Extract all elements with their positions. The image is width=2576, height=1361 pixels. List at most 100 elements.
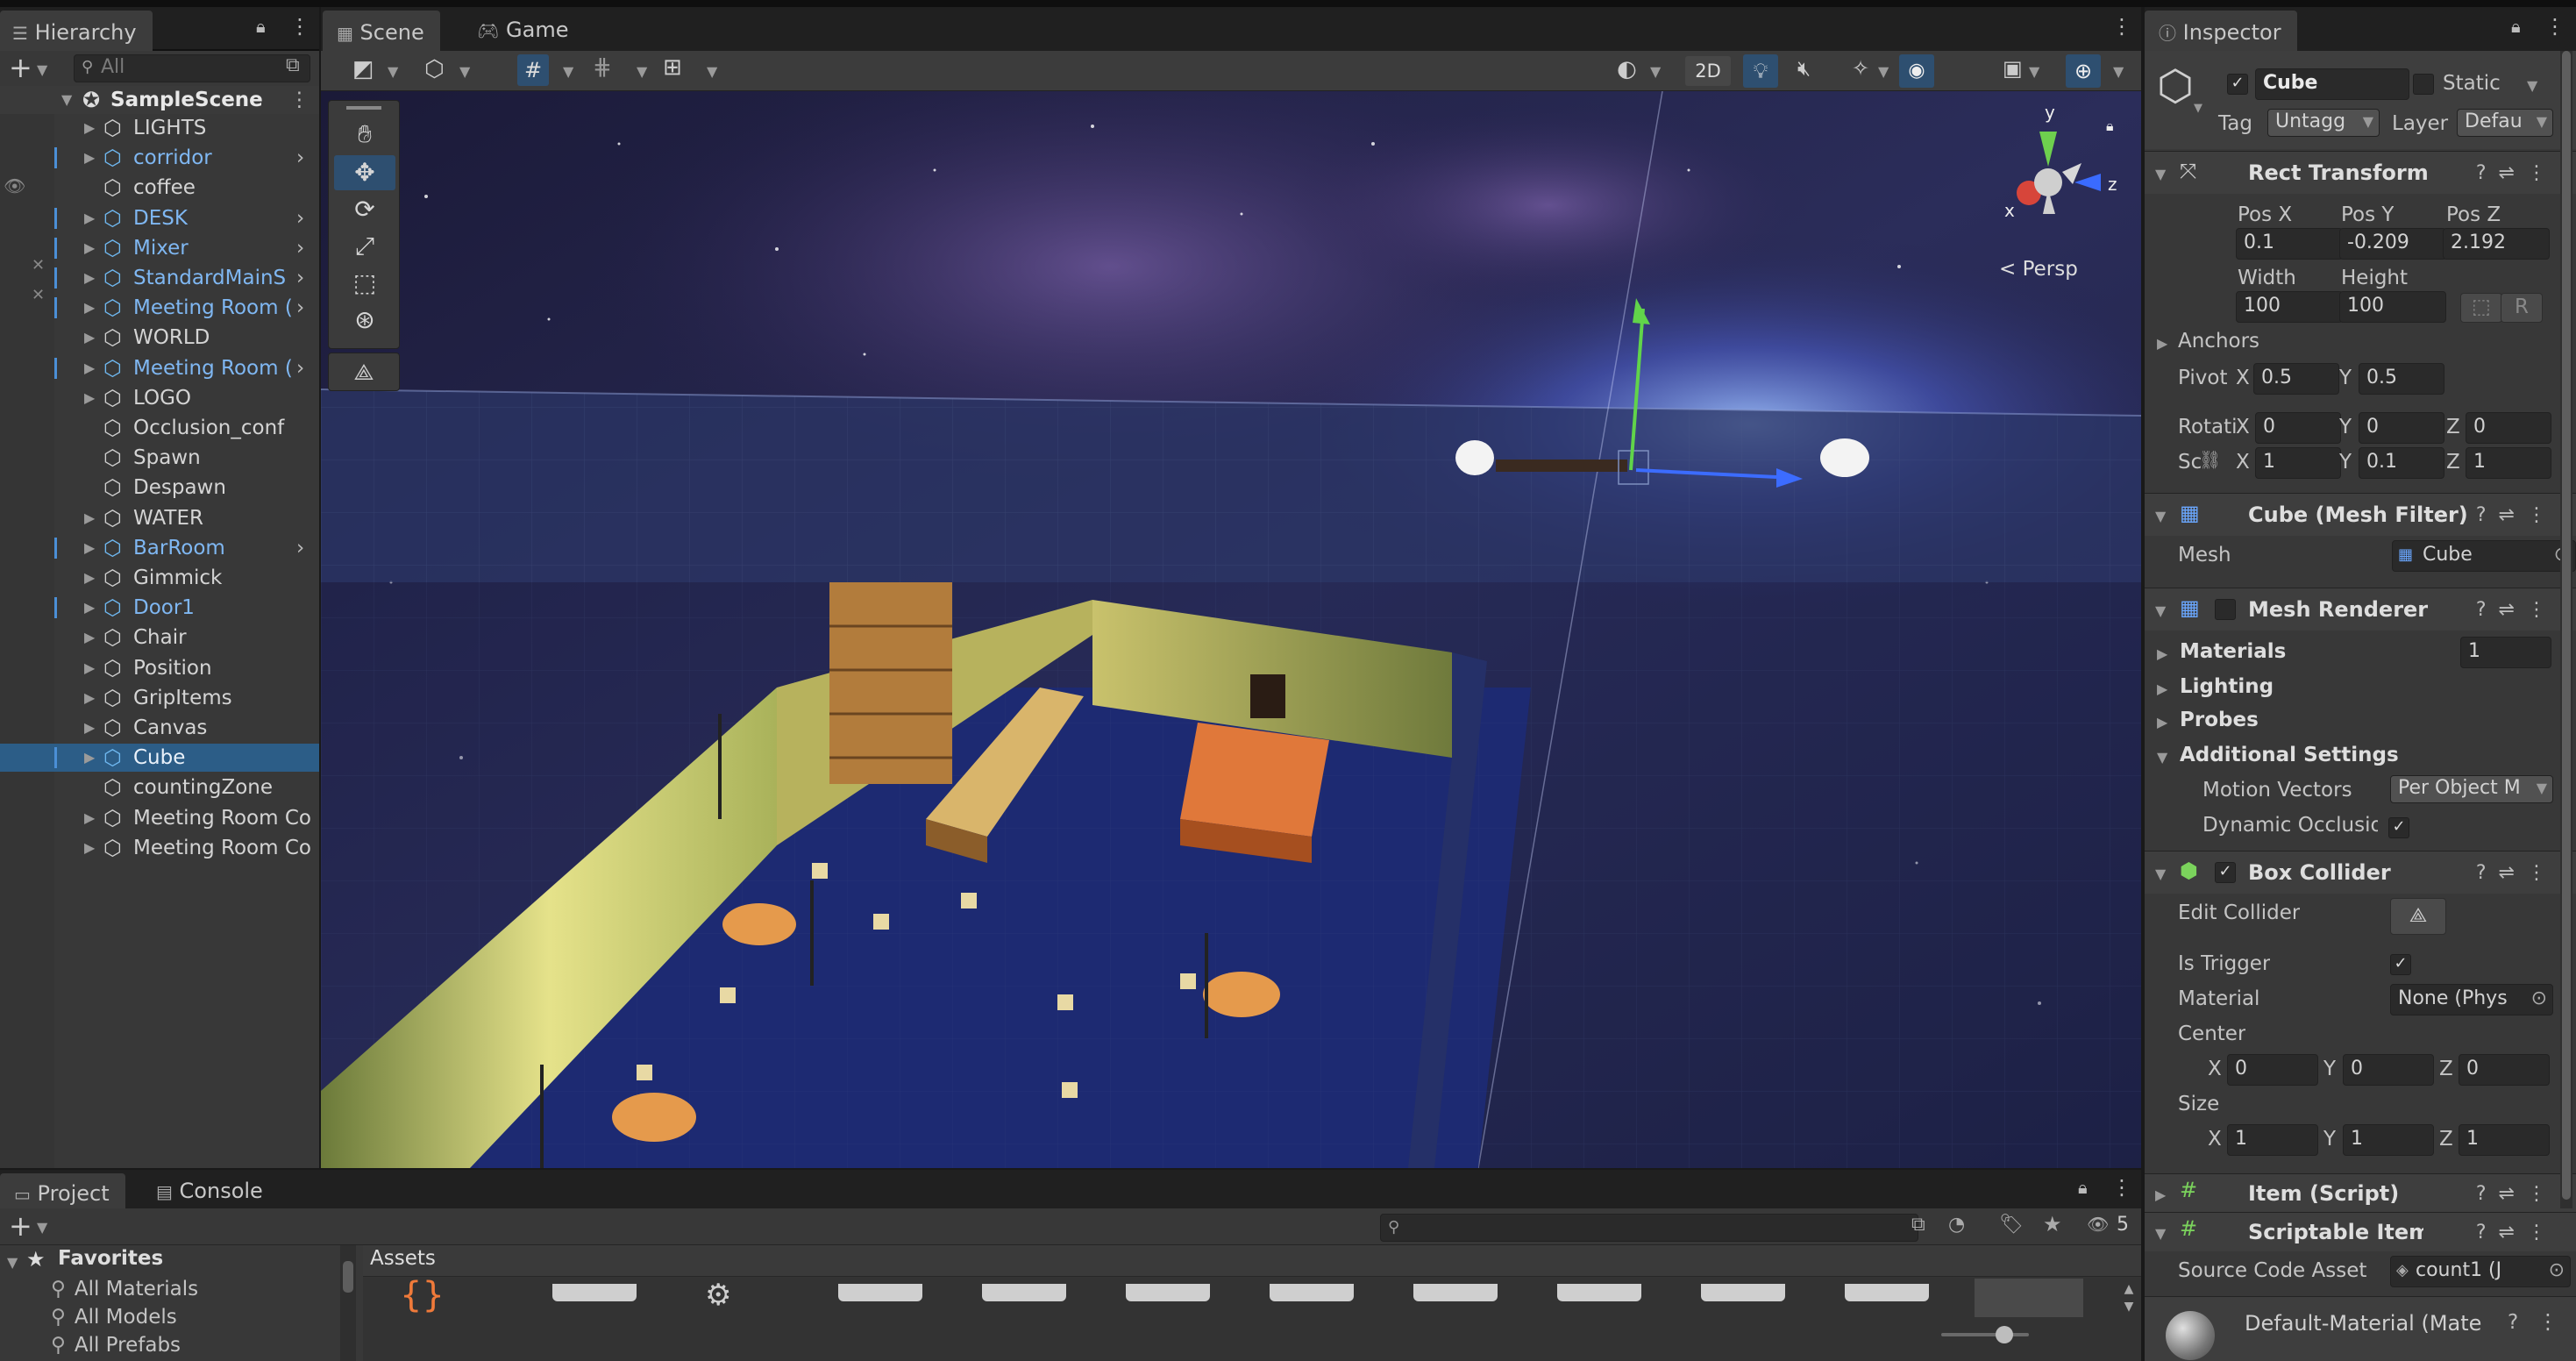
hierarchy-item[interactable]: ▶ ⬡ corridor › [0,144,319,172]
physic-material-field[interactable]: None (Phys ⊙ [2390,984,2553,1015]
chevron-down-icon[interactable]: ▼ [37,1219,47,1236]
hierarchy-item[interactable]: ▶ ⬡ WORLD [0,324,319,352]
hierarchy-item[interactable]: ▶ ⬡ DESK › [0,204,319,232]
cube-view-icon[interactable]: ⬡ [424,56,445,82]
add-icon[interactable]: + [9,51,32,84]
tree-scrollbar[interactable] [340,1245,356,1361]
probes-foldout[interactable]: Probes [2180,709,2259,731]
expand-arrow-icon[interactable]: ▶ [2157,680,2167,697]
lock-icon[interactable]: 🔒︎ [2106,118,2114,135]
scrollbar-thumb[interactable] [2562,51,2571,1200]
snap-icon[interactable]: ⋕ [593,54,612,81]
chevron-down-icon[interactable]: ▼ [2527,77,2537,94]
asset-thumb[interactable] [552,1284,637,1301]
blueprint-mode-button[interactable]: ⬚ [2460,293,2502,323]
hierarchy-item[interactable]: ▶ ⬡ Meeting Room Cou [0,804,319,832]
size-z-field[interactable]: 1 [2459,1124,2550,1156]
hierarchy-item[interactable]: ▶ ⬡ WATER [0,504,319,532]
lighting-foldout[interactable]: Lighting [2180,675,2274,698]
layer-dropdown[interactable]: Defau ▼ [2457,109,2553,137]
open-prefab-chevron-icon[interactable]: › [296,234,304,262]
hidden-packages-icon[interactable]: 👁︎ [2087,1214,2109,1235]
camera-icon[interactable]: ▣ [2003,56,2023,81]
expand-arrow-icon[interactable]: ▶ [84,594,95,622]
expand-arrow-icon[interactable]: ▶ [84,504,95,532]
palette-handle[interactable] [346,106,381,110]
lock-icon[interactable]: 🔒︎ [2078,1177,2088,1198]
thumbnail-size-slider[interactable] [1941,1326,2029,1343]
hierarchy-item[interactable]: ⬡ coffee [0,174,319,202]
scene-search-icon[interactable]: ⧉ [286,54,300,76]
object-picker-icon[interactable]: ⊙ [2549,1257,2565,1285]
kebab-menu-icon[interactable]: ⋮ [2111,14,2132,39]
materials-foldout[interactable]: Materials [2180,640,2286,663]
assets-breadcrumb[interactable]: Assets [370,1247,436,1270]
center-x-field[interactable]: 0 [2227,1054,2318,1086]
chevron-down-icon[interactable]: ▼ [1878,63,1889,80]
materials-count-field[interactable]: 1 [2460,637,2551,668]
custom-tool-icon[interactable]: ⟁ [328,353,400,391]
component-icons[interactable]: ?⇌⋮ [2476,862,2558,884]
asset-thumb[interactable] [838,1284,922,1301]
rotation-y-field[interactable]: 0 [2359,412,2444,444]
expand-arrow-icon[interactable]: ▶ [84,204,95,232]
rect-transform-header[interactable]: ▼ ⤧ Rect Transform ?⇌⋮ [2145,151,2576,194]
scrollbar-thumb[interactable] [343,1261,353,1293]
scene-viewport[interactable]: ✋︎ ✥ ⟳ ⤢ ⬚ ⊛ ⟁ y x z 🔒︎ < Persp [321,91,2141,1168]
asset-thumb[interactable] [982,1284,1066,1301]
chevron-down-icon[interactable]: ▼ [563,63,573,80]
open-prefab-chevron-icon[interactable]: › [296,204,304,232]
component-icons[interactable]: ?⇌⋮ [2476,504,2558,526]
open-prefab-chevron-icon[interactable]: › [296,264,304,292]
expand-arrow-icon[interactable]: ▶ [84,384,95,412]
mesh-object-field[interactable]: ▦ Cube ⊙ [2392,540,2576,572]
center-y-field[interactable]: 0 [2343,1054,2434,1086]
expand-arrow-icon[interactable]: ▶ [84,324,95,352]
component-icons[interactable]: ?⇌⋮ [2476,599,2558,621]
gizmos-toggle-icon[interactable]: ⊕ [2066,54,2101,88]
static-checkbox[interactable] [2413,74,2434,95]
height-field[interactable]: 100 [2339,291,2446,323]
chevron-down-icon[interactable]: ▼ [459,63,470,80]
material-preview-row[interactable]: Default-Material (Mate ? ⋮ [2145,1296,2576,1361]
expand-arrow-icon[interactable]: ▶ [2157,714,2167,730]
chevron-down-icon[interactable]: ▼ [37,61,47,78]
expand-arrow-icon[interactable]: ▼ [2155,166,2166,182]
add-icon[interactable]: + [9,1208,32,1243]
tab-inspector[interactable]: ⓘ Inspector [2145,11,2297,52]
expand-arrow-icon[interactable]: ▼ [2155,1225,2166,1242]
scale-x-field[interactable]: 1 [2255,447,2341,479]
expand-arrow-icon[interactable]: ▼ [7,1254,18,1271]
hierarchy-item[interactable]: ⬡ Occlusion_conf [0,414,319,442]
item-script-header[interactable]: ▶ # Item (Script) ?⇌⋮ [2145,1173,2576,1213]
hierarchy-item[interactable]: ▶ ⬡ LIGHTS [0,114,319,142]
size-x-field[interactable]: 1 [2227,1124,2318,1156]
center-z-field[interactable]: 0 [2459,1054,2550,1086]
chevron-down-icon[interactable]: ▼ [1650,63,1661,80]
tab-scene[interactable]: ▦ Scene [323,11,440,52]
assets-scrollbar[interactable]: ▲ ▼ [2120,1280,2138,1315]
grid-snap-toggle[interactable]: # [517,54,549,86]
expand-arrow-icon[interactable]: ▶ [84,684,95,712]
motion-vectors-dropdown[interactable]: Per Object M ▼ [2390,775,2553,803]
chevron-down-icon[interactable]: ▼ [637,63,647,80]
hierarchy-item[interactable]: ▶ ⬡ Meeting Room (› [0,294,319,322]
hand-tool-icon[interactable]: ✋︎ [334,117,395,152]
hierarchy-item[interactable]: ▶ ⬡ GripItems [0,684,319,712]
expand-arrow-icon[interactable]: ▶ [84,834,95,862]
asset-thumb[interactable] [1845,1284,1929,1301]
expand-arrow-icon[interactable]: ▶ [84,714,95,742]
chevron-down-icon[interactable]: ▼ [707,63,717,80]
expand-arrow-icon[interactable]: ▼ [61,86,72,114]
favorite-item[interactable]: ⚲ All Models [51,1303,177,1331]
favorites-star-icon[interactable]: ★ [2043,1212,2062,1236]
width-field[interactable]: 100 [2236,291,2343,323]
asset-thumb-gear[interactable]: ⚙ [705,1280,775,1310]
filter-by-type-icon[interactable]: ◔ [1948,1214,1965,1236]
hierarchy-item[interactable]: ▶ ⬡ StandardMainS › [0,264,319,292]
kebab-menu-icon[interactable]: ⋮ [2544,14,2565,39]
draw-mode-icon[interactable]: ◩ [352,56,374,82]
shading-mode-icon[interactable]: ◐ [1617,56,1637,82]
lighting-toggle-icon[interactable]: 💡︎ [1743,54,1778,88]
tab-game[interactable]: 🎮︎ Game [463,11,584,49]
